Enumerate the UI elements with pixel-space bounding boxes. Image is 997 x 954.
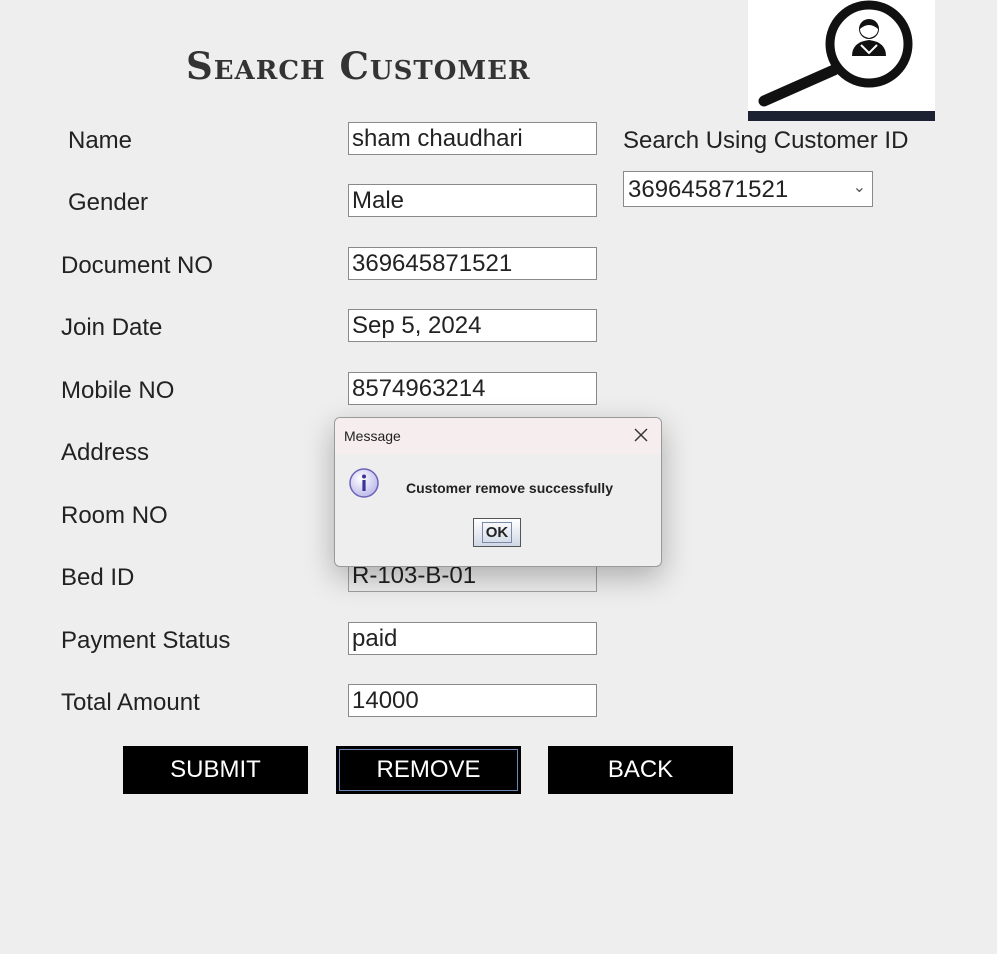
join-date-field[interactable]: Sep 5, 2024 bbox=[348, 309, 597, 342]
gender-label: Gender bbox=[68, 189, 149, 216]
page-title: Search Customer bbox=[186, 44, 531, 88]
logo-footer-bar bbox=[748, 111, 935, 121]
remove-button[interactable]: REMOVE bbox=[336, 746, 521, 794]
room-no-label: Room NO bbox=[61, 502, 168, 529]
customer-id-dropdown[interactable]: 369645871521 ⌄ bbox=[623, 171, 873, 207]
ok-button[interactable]: OK bbox=[473, 518, 521, 547]
document-no-label: Document NO bbox=[61, 252, 214, 279]
name-label: Name bbox=[68, 127, 133, 154]
payment-status-label: Payment Status bbox=[61, 627, 231, 654]
customer-search-logo bbox=[748, 0, 935, 121]
customer-id-selected: 369645871521 bbox=[628, 176, 789, 203]
document-no-field[interactable]: 369645871521 bbox=[348, 247, 597, 280]
address-label: Address bbox=[61, 439, 150, 466]
dialog-title-bar: Message bbox=[335, 418, 661, 454]
total-amount-field[interactable]: 14000 bbox=[348, 684, 597, 717]
mobile-no-field[interactable]: 8574963214 bbox=[348, 372, 597, 405]
message-dialog: Message Customer remove successfully OK bbox=[334, 417, 662, 567]
customer-search-icon bbox=[758, 0, 913, 107]
submit-button[interactable]: SUBMIT bbox=[123, 746, 308, 794]
dialog-message: Customer remove successfully bbox=[406, 480, 613, 496]
close-icon[interactable] bbox=[633, 427, 649, 443]
payment-status-field[interactable]: paid bbox=[348, 622, 597, 655]
info-icon bbox=[349, 468, 379, 498]
chevron-down-icon: ⌄ bbox=[852, 179, 866, 196]
join-date-label: Join Date bbox=[61, 314, 163, 341]
back-button[interactable]: BACK bbox=[548, 746, 733, 794]
ok-button-label: OK bbox=[481, 522, 513, 543]
gender-field[interactable]: Male bbox=[348, 184, 597, 217]
search-by-id-label: Search Using Customer ID bbox=[623, 127, 909, 154]
total-amount-label: Total Amount bbox=[61, 689, 200, 716]
dialog-title: Message bbox=[344, 428, 401, 444]
mobile-no-label: Mobile NO bbox=[61, 377, 175, 404]
bed-id-label: Bed ID bbox=[61, 564, 135, 591]
name-field[interactable]: sham chaudhari bbox=[348, 122, 597, 155]
